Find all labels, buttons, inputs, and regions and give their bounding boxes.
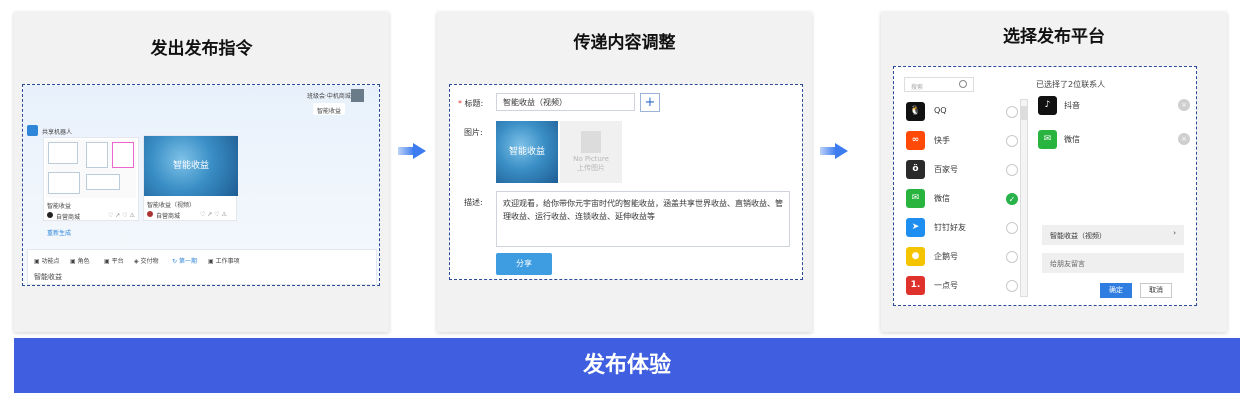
platform-dialog: 搜索 🐧 QQ ∞ 快手 ö 百家号 ✉ 微信 ✓ ➤ 钉钉好友 ● 企鹅号 1. 一点号 已选择了2位联系… <box>893 66 1197 306</box>
platform-name: 微信 <box>934 194 950 203</box>
step2-title: 传递内容调整 <box>573 33 676 53</box>
platform-name: 企鹅号 <box>934 252 958 261</box>
selected-name: 抖音 <box>1064 101 1080 110</box>
qq-icon: 🐧 <box>906 102 925 121</box>
scrollbar[interactable] <box>1020 99 1028 297</box>
card1-title: 智能收益 <box>47 203 72 210</box>
building-icon <box>581 131 601 153</box>
add-button[interactable]: + <box>640 93 660 112</box>
card1-actions-icon[interactable]: ♡ ↗ ♡ ⚠ <box>108 212 135 219</box>
card2-author: 自营商城 <box>156 213 181 220</box>
remove-icon[interactable]: × <box>1178 133 1190 145</box>
platform-name: 一点号 <box>934 281 958 290</box>
toolbar-work[interactable]: ▣ 工作事项 <box>208 256 240 265</box>
search-input[interactable]: 搜索 <box>904 77 974 92</box>
step1-screenshot: 班级会·中机商城 智能收益 共享机器人 智能收益 自营商城 ♡ ↗ ♡ ⚠ 智能… <box>22 84 380 286</box>
image-thumbnail[interactable]: 智能收益 <box>496 121 558 183</box>
platform-name: 快手 <box>934 136 950 145</box>
selected-item: ✉ 微信 × <box>1034 129 1194 151</box>
banner: 发布体验 <box>14 338 1240 393</box>
step2-form: * 标题: 智能收益（视频） + 图片: 智能收益 No Picture 上传图… <box>449 84 803 280</box>
selected-name: 微信 <box>1064 135 1080 144</box>
qiehao-icon: ● <box>906 247 925 266</box>
message-input[interactable]: 给朋友留言 <box>1042 253 1184 273</box>
message-bubble: 智能收益 <box>313 103 345 115</box>
bot-name: 共享机器人 <box>42 129 73 136</box>
wechat-icon: ✉ <box>1038 130 1057 149</box>
user-caption: 班级会·中机商城 <box>307 93 351 100</box>
card2-author-avatar <box>147 211 153 217</box>
card1-author-avatar <box>47 212 53 218</box>
step3-panel: 选择发布平台 搜索 🐧 QQ ∞ 快手 ö 百家号 ✉ 微信 ✓ ➤ 钉钉好友 ● 企鹅号 1. 一点号 已… <box>881 12 1227 332</box>
platform-item[interactable]: ● 企鹅号 <box>902 246 1020 268</box>
chevron-right-icon: › <box>1173 229 1176 237</box>
user-avatar <box>351 89 364 102</box>
composer: ▣ 功能点 ▣ 角色 ▣ 平台 ◈ 交付物 ↻ 第一期 ▣ 工作事项 智能收益 <box>27 249 377 285</box>
title-input[interactable]: 智能收益（视频） <box>496 93 635 111</box>
regenerate-link[interactable]: 重新生成 <box>47 228 71 237</box>
douyin-icon: ♪ <box>1038 96 1057 115</box>
toolbar-phase[interactable]: ↻ 第一期 <box>172 256 197 265</box>
baijiahao-icon: ö <box>906 160 925 179</box>
card2-title: 智能收益（视频） <box>147 202 196 209</box>
desc-textarea[interactable]: 欢迎观看，给你带你元宇宙时代的智能收益，涵盖共享世界收益、直销收益、管理收益、运… <box>496 191 790 247</box>
content-item[interactable]: 智能收益（视频） › <box>1042 225 1184 245</box>
dingtalk-icon: ➤ <box>906 218 925 237</box>
yidianhao-icon: 1. <box>906 276 925 295</box>
kuaishou-icon: ∞ <box>906 131 925 150</box>
checked-radio-icon[interactable]: ✓ <box>1006 193 1018 205</box>
toolbar-role[interactable]: ▣ 角色 <box>70 256 90 265</box>
platform-item[interactable]: ö 百家号 <box>902 159 1020 181</box>
step1-panel: 发出发布指令 班级会·中机商城 智能收益 共享机器人 智能收益 自营商城 ♡ ↗… <box>14 12 389 332</box>
step2-panel: 传递内容调整 * 标题: 智能收益（视频） + 图片: 智能收益 No Pict… <box>437 12 812 332</box>
radio-button[interactable] <box>1006 280 1018 292</box>
video-thumbnail: 智能收益 <box>144 136 238 196</box>
radio-button[interactable] <box>1006 164 1018 176</box>
step1-title: 发出发布指令 <box>150 39 253 59</box>
selected-item: ♪ 抖音 × <box>1034 95 1194 117</box>
diagram-thumbnail <box>46 140 136 198</box>
radio-button[interactable] <box>1006 251 1018 263</box>
share-button[interactable]: 分享 <box>496 253 552 275</box>
platform-item[interactable]: ➤ 钉钉好友 <box>902 217 1020 239</box>
search-icon <box>959 80 967 88</box>
card2-actions-icon[interactable]: ♡ ↗ ♡ ⚠ <box>200 211 227 218</box>
radio-button[interactable] <box>1006 135 1018 147</box>
image-label: 图片: <box>464 128 483 137</box>
remove-icon[interactable]: × <box>1178 99 1190 111</box>
title-label: * 标题: <box>458 99 484 108</box>
platform-item[interactable]: 🐧 QQ <box>902 101 1020 123</box>
toolbar-platform[interactable]: ▣ 平台 <box>104 256 124 265</box>
platform-name: QQ <box>934 106 947 115</box>
step3-title: 选择发布平台 <box>1003 27 1105 47</box>
platform-item[interactable]: ✉ 微信 ✓ <box>902 188 1020 210</box>
bot-avatar-icon <box>27 125 38 136</box>
platform-item[interactable]: 1. 一点号 <box>902 275 1020 297</box>
result-card-1[interactable]: 智能收益 自营商城 ♡ ↗ ♡ ⚠ <box>43 137 139 221</box>
cancel-button[interactable]: 取消 <box>1140 283 1172 298</box>
upload-placeholder[interactable]: No Picture 上传图片 <box>560 121 622 183</box>
platform-item[interactable]: ∞ 快手 <box>902 130 1020 152</box>
radio-button[interactable] <box>1006 222 1018 234</box>
desc-label: 描述: <box>464 198 483 207</box>
composer-input[interactable]: 智能收益 <box>34 272 62 282</box>
confirm-button[interactable]: 确定 <box>1100 283 1132 298</box>
toolbar-feature[interactable]: ▣ 功能点 <box>34 256 60 265</box>
card1-author: 自营商城 <box>56 214 81 221</box>
result-card-2[interactable]: 智能收益 智能收益（视频） 自营商城 ♡ ↗ ♡ ⚠ <box>143 135 238 221</box>
wechat-icon: ✉ <box>906 189 925 208</box>
platform-name: 百家号 <box>934 165 958 174</box>
selected-caption: 已选择了2位联系人 <box>1036 80 1106 89</box>
platform-name: 钉钉好友 <box>934 223 966 232</box>
toolbar-deliverable[interactable]: ◈ 交付物 <box>134 256 159 265</box>
radio-button[interactable] <box>1006 106 1018 118</box>
